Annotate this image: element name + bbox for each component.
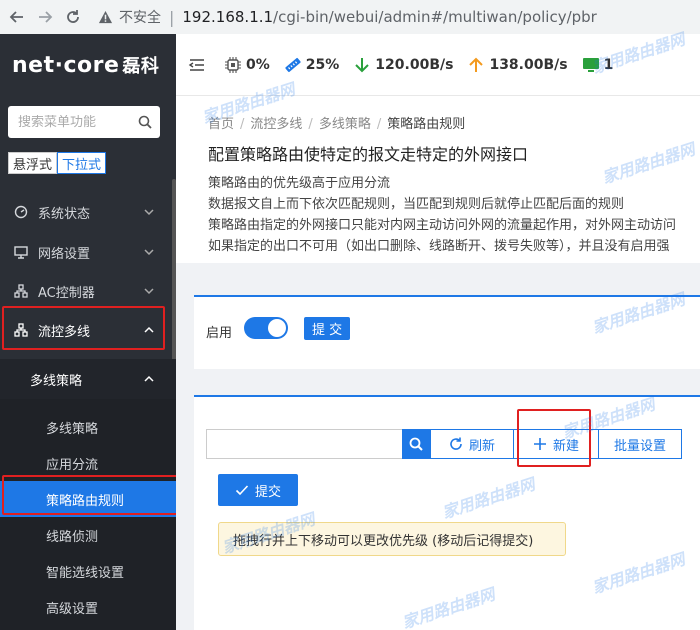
- arrow-right-icon: [39, 11, 53, 23]
- download-value: 120.00B/s: [375, 56, 454, 73]
- logo-cn: 磊科: [122, 56, 160, 77]
- status-bar: 0% 25% 120.00B/s 138.00B/s 1: [176, 34, 700, 96]
- check-icon: [235, 485, 249, 496]
- description-line: 数据报文自上而下依次匹配规则，当匹配到规则后就停止匹配后面的规则: [208, 197, 625, 212]
- breadcrumb-policy[interactable]: 多线策略: [319, 117, 371, 132]
- chevron-down-icon: [144, 209, 154, 216]
- cpu-value: 0%: [246, 56, 270, 73]
- breadcrumb-separator: /: [240, 117, 245, 132]
- sidebar-item-label: 系统状态: [38, 206, 91, 222]
- url-host: 192.168.1.1: [182, 8, 274, 26]
- toggle-knob: [268, 319, 286, 337]
- page-header: 首页 / 流控多线 / 多线策略 / 策略路由规则 配置策略路由使特定的报文走特定的外网接口…: [176, 97, 700, 263]
- cpu-icon: [225, 56, 241, 73]
- menu-toggle[interactable]: [188, 56, 210, 74]
- enable-card: 启用 提 交: [194, 295, 700, 369]
- warning-icon: [98, 10, 113, 23]
- arrow-up-icon: [469, 57, 484, 72]
- refresh-button[interactable]: 刷新: [430, 429, 514, 459]
- breadcrumb-multiwan[interactable]: 流控多线: [250, 117, 302, 132]
- highlight-box: [2, 306, 165, 350]
- rules-card: 刷新 新建 批量设置 提交 拖拽行并上下移动可以更改优先级 (移动后记得提交): [194, 395, 700, 630]
- insecure-label: 不安全: [119, 10, 161, 26]
- breadcrumb-current: 策略路由规则: [387, 117, 466, 132]
- upload-value: 138.00B/s: [489, 56, 568, 73]
- enable-label: 启用: [206, 326, 233, 341]
- sidebar-item-network[interactable]: 网络设置: [0, 232, 176, 272]
- refresh-label: 刷新: [468, 438, 495, 454]
- monitor-icon: [14, 246, 28, 259]
- screen: 不安全 | 192.168.1.1/cgi-bin/webui/admin#/m…: [0, 0, 700, 630]
- highlight-box: [517, 409, 591, 467]
- topology-icon: [14, 284, 28, 298]
- submenu-item-line-detect[interactable]: 线路侦测: [0, 517, 176, 553]
- brand-logo: net·core 磊科: [12, 52, 159, 78]
- mode-dropdown-button[interactable]: 下拉式: [57, 152, 107, 174]
- memory-usage: 25%: [284, 56, 340, 74]
- page-title: 配置策略路由使特定的报文走特定的外网接口: [208, 145, 529, 164]
- main-content: 首页 / 流控多线 / 多线策略 / 策略路由规则 配置策略路由使特定的报文走特定的外网接口…: [176, 97, 700, 630]
- chevron-up-icon: [144, 375, 154, 382]
- search-icon: [409, 437, 423, 451]
- batch-settings-button[interactable]: 批量设置: [598, 429, 682, 459]
- arrow-left-icon: [9, 11, 23, 23]
- online-clients: 1: [582, 56, 614, 74]
- enable-submit-button[interactable]: 提 交: [304, 317, 351, 340]
- back-button[interactable]: [6, 6, 28, 28]
- reload-icon: [67, 10, 79, 23]
- sidebar-item-ac-controller[interactable]: AC控制器: [0, 271, 176, 311]
- breadcrumb: 首页 / 流控多线 / 多线策略 / 策略路由规则: [208, 113, 465, 132]
- cpu-usage: 0%: [224, 56, 270, 74]
- description-line: 如果指定的出口不可用（如出口删除、线路断开、拨号失败等），并且没有启用强: [208, 239, 670, 254]
- search-button[interactable]: [402, 429, 430, 459]
- search-icon[interactable]: [137, 114, 153, 130]
- breadcrumb-separator: /: [376, 117, 382, 132]
- enable-toggle[interactable]: [244, 317, 288, 339]
- address-bar[interactable]: 192.168.1.1/cgi-bin/webui/admin#/multiwa…: [182, 8, 596, 26]
- sidebar-item-label: AC控制器: [38, 285, 95, 301]
- submenu-group-multiwan-policy[interactable]: 多线策略: [0, 359, 176, 399]
- refresh-icon: [450, 437, 462, 450]
- sidebar-item-label: 网络设置: [38, 246, 91, 262]
- description-line: 策略路由指定的外网接口只能对内网主动访问外网的流量起作用，对外网主动访问: [208, 218, 677, 233]
- submenu-item-advanced[interactable]: 高级设置: [0, 589, 176, 625]
- menu-mode-switch: 悬浮式 下拉式: [8, 152, 107, 174]
- memory-icon: [285, 57, 301, 72]
- rules-submit-button[interactable]: 提交: [218, 474, 298, 506]
- clients-value: 1: [603, 56, 614, 73]
- breadcrumb-home[interactable]: 首页: [208, 117, 234, 132]
- rule-search-input[interactable]: [206, 429, 402, 459]
- chevron-down-icon: [144, 288, 154, 295]
- description-line: 策略路由的优先级高于应用分流: [208, 176, 391, 191]
- menu-collapse-icon: [188, 58, 204, 71]
- browser-toolbar: 不安全 | 192.168.1.1/cgi-bin/webui/admin#/m…: [0, 0, 700, 34]
- mode-float-button[interactable]: 悬浮式: [8, 152, 58, 174]
- submit-label: 提交: [254, 484, 281, 500]
- sidebar-item-system-status[interactable]: 系统状态: [0, 192, 176, 232]
- reload-button[interactable]: [62, 6, 84, 28]
- submenu-item-multiwan-policy[interactable]: 多线策略: [0, 409, 176, 445]
- monitor-icon: [582, 57, 599, 72]
- batch-label: 批量设置: [613, 438, 666, 454]
- download-rate: 120.00B/s: [353, 56, 453, 74]
- submenu-group-label: 多线策略: [30, 373, 83, 389]
- menu-search-input[interactable]: [18, 114, 133, 130]
- menu-search: [8, 106, 160, 138]
- address-separator: |: [169, 7, 175, 27]
- url-path: /cgi-bin/webui/admin#/multiwan/policy/pb…: [273, 8, 597, 26]
- arrow-down-icon: [355, 57, 370, 72]
- drag-tip: 拖拽行并上下移动可以更改优先级 (移动后记得提交): [218, 522, 566, 556]
- upload-rate: 138.00B/s: [467, 56, 568, 74]
- breadcrumb-separator: /: [308, 117, 313, 132]
- forward-button[interactable]: [34, 6, 56, 28]
- highlight-box: [2, 475, 176, 515]
- page-description: 策略路由的优先级高于应用分流 数据报文自上而下依次匹配规则，当匹配到规则后就停止…: [208, 173, 676, 257]
- logo-text: net·core: [12, 53, 120, 78]
- security-warning[interactable]: 不安全: [98, 7, 161, 27]
- sidebar: net·core磊科 悬浮式 下拉式 系统状态 网络设置 AC控制器 流控: [0, 34, 176, 630]
- memory-value: 25%: [305, 56, 340, 73]
- chevron-down-icon: [144, 249, 154, 256]
- submenu-item-smart-select[interactable]: 智能选线设置: [0, 553, 176, 589]
- dashboard-icon: [14, 205, 28, 219]
